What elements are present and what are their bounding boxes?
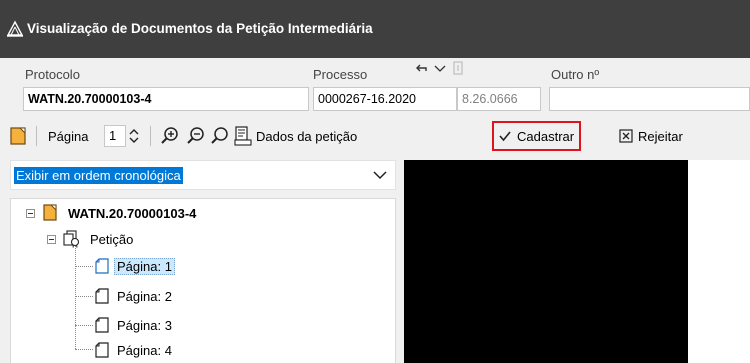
page-icon [95, 342, 109, 358]
protocolo-label: Protocolo [25, 67, 80, 82]
dados-peticao-label: Dados da petição [256, 128, 358, 144]
tree-page-node[interactable]: Página: 1 [94, 255, 175, 277]
collapse-peticao-toggle[interactable] [47, 235, 56, 244]
back-arrow-icon[interactable] [415, 62, 429, 76]
preview-background [688, 160, 750, 363]
tree-root-node[interactable]: WATN.20.70000103-4 [43, 202, 199, 224]
page-selected-icon [95, 258, 109, 274]
document-viewer-window: Visualização de Documentos da Petição In… [0, 0, 750, 363]
tree-page-label: Página: 4 [117, 342, 172, 358]
tree-connector [75, 239, 76, 349]
title-bar: Visualização de Documentos da Petição In… [0, 0, 750, 58]
page-stepper[interactable] [128, 118, 140, 154]
zoom-out-button[interactable] [186, 118, 206, 154]
tree-connector [75, 325, 93, 326]
tree-page-node[interactable]: Página: 4 [94, 339, 175, 361]
search-button[interactable] [210, 118, 230, 154]
check-icon [499, 131, 511, 142]
tree-page-label: Página: 3 [117, 317, 172, 333]
document-folder-icon [10, 127, 26, 145]
outro-numero-label: Outro nº [551, 67, 600, 82]
rejeitar-label: Rejeitar [638, 128, 683, 144]
stepper-arrows-icon [129, 129, 139, 143]
tree-page-node[interactable]: Página: 2 [94, 285, 175, 307]
page-number-input[interactable]: 1 [104, 125, 126, 147]
app-icon [6, 20, 24, 37]
zoom-in-icon [161, 127, 178, 144]
collapse-root-toggle[interactable] [26, 209, 35, 218]
tree-connector [75, 266, 93, 267]
processo-label: Processo [313, 67, 368, 82]
tree-connector [75, 296, 93, 297]
reject-box-icon [619, 129, 633, 143]
order-select[interactable]: Exibir em ordem cronológica [10, 160, 396, 190]
page-icon [95, 288, 109, 304]
tree-peticao-node[interactable]: Petição [63, 228, 136, 250]
processo-field[interactable]: 0000267-16.2020 [313, 87, 457, 111]
certified-documents-icon [63, 230, 80, 248]
document-preview[interactable] [404, 160, 688, 363]
tree-peticao-label: Petição [90, 231, 134, 247]
tree-page-label: Página: 1 [114, 257, 175, 275]
page-label: Página [48, 128, 89, 144]
document-tree: WATN.20.70000103-4 Petição Página: 1 Pág… [10, 198, 396, 363]
order-select-value: Exibir em ordem cronológica [14, 167, 183, 184]
tree-root-label: WATN.20.70000103-4 [68, 205, 197, 221]
window-title: Visualização de Documentos da Petição In… [27, 21, 373, 36]
tree-page-label: Página: 2 [117, 288, 172, 304]
tree-connector [75, 349, 93, 350]
document-details-icon [234, 126, 252, 146]
chevron-down-icon[interactable] [434, 64, 446, 74]
document-disabled-icon [453, 61, 463, 75]
chevron-down-icon [373, 171, 387, 180]
rejeitar-button[interactable]: Rejeitar [619, 118, 683, 154]
toolbar-separator [36, 126, 37, 146]
search-icon [211, 127, 228, 144]
document-folder-icon [43, 204, 57, 221]
zoom-out-icon [187, 127, 204, 144]
cadastrar-label: Cadastrar [517, 128, 575, 144]
toolbar-separator [150, 126, 151, 146]
document-tree-pane: Exibir em ordem cronológica WATN.20.7000… [10, 160, 396, 363]
toolbar: Página 1 Dados da petição Cadastrar Reje… [0, 118, 750, 154]
zoom-in-button[interactable] [160, 118, 180, 154]
dados-peticao-button[interactable]: Dados da petição [234, 118, 357, 154]
protocolo-field[interactable]: WATN.20.70000103-4 [23, 87, 309, 111]
tree-page-node[interactable]: Página: 3 [94, 314, 175, 336]
processo-suffix-field: 8.26.0666 [457, 87, 541, 111]
cadastrar-button[interactable]: Cadastrar [492, 121, 582, 151]
page-icon [95, 317, 109, 333]
toggle-tree-button[interactable] [10, 118, 28, 154]
outro-numero-field[interactable] [549, 87, 750, 111]
